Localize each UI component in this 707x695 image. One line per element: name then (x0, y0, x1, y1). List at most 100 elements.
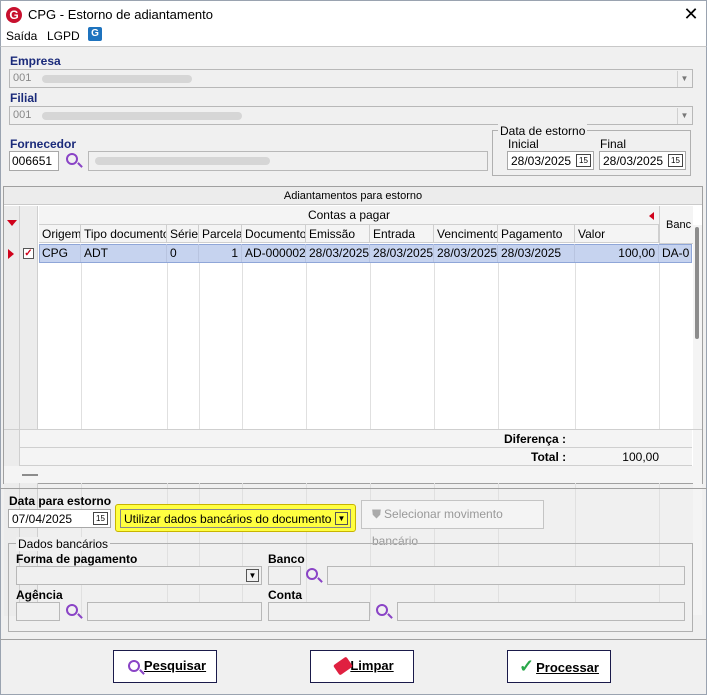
cell-valor: 100,00 (575, 244, 659, 262)
search-icon[interactable] (306, 568, 318, 580)
calendar-icon[interactable]: 15 (668, 154, 683, 167)
menu-item-lgpd[interactable]: LGPD (47, 29, 80, 43)
close-icon[interactable]: ✕ (681, 4, 701, 24)
title-bar: G CPG - Estorno de adiantamento ✕ (0, 0, 707, 28)
cell-banco: DA-0 (662, 246, 690, 260)
col-emissao[interactable]: Emissão (306, 225, 370, 243)
col-vencimento[interactable]: Vencimento (434, 225, 498, 243)
agencia-label: Agência (16, 588, 63, 602)
final-date-input[interactable]: 28/03/2025 15 (599, 151, 686, 170)
scrollbar-thumb[interactable] (695, 227, 699, 339)
final-date-value: 28/03/2025 (603, 154, 664, 168)
row-checkbox[interactable]: ✓ (23, 248, 34, 259)
col-parcela[interactable]: Parcela (199, 225, 242, 243)
inicial-label: Inicial (508, 137, 539, 151)
forma-pagamento-select[interactable]: ▼ (16, 566, 262, 585)
data-para-estorno-label: Data para estorno (9, 494, 112, 508)
limpar-button[interactable]: Limpar (310, 650, 414, 683)
horizontal-scrollbar[interactable] (4, 466, 702, 483)
limpar-label: Limpar (350, 658, 394, 673)
col-tipo-documento[interactable]: Tipo documento (81, 225, 167, 243)
binoculars-icon: ⛊ (372, 507, 382, 521)
fornecedor-code-input[interactable]: 006651 (9, 151, 59, 171)
col-documento[interactable]: Documento (242, 225, 306, 243)
diferenca-label: Diferença : (504, 432, 567, 446)
col-serie[interactable]: Série (167, 225, 199, 243)
banco-name-field (327, 566, 685, 585)
cell-emissao: 28/03/2025 (306, 244, 370, 262)
menu-bar: Saída LGPD (0, 28, 707, 46)
col-valor[interactable]: Valor (575, 225, 659, 243)
inicial-date-value: 28/03/2025 (511, 154, 572, 168)
help-logo-icon[interactable]: G (88, 27, 102, 41)
col-banco[interactable]: Banc (659, 206, 693, 244)
agencia-code-field (16, 602, 60, 621)
total-value: 100,00 (622, 450, 659, 464)
chevron-down-icon[interactable]: ▼ (677, 71, 691, 87)
cell-tipo: ADT (81, 244, 167, 262)
fornecedor-name-redacted (95, 157, 270, 165)
cell-documento: AD-0000020 (242, 244, 306, 262)
grid-footer-divider (20, 447, 692, 448)
sort-arrow-down-icon[interactable] (7, 220, 17, 226)
pesquisar-button[interactable]: Pesquisar (113, 650, 217, 683)
filial-label: Filial (10, 91, 38, 105)
chevron-down-icon[interactable]: ▼ (677, 108, 691, 124)
fornecedor-label: Fornecedor (10, 137, 77, 151)
inicial-date-input[interactable]: 28/03/2025 15 (507, 151, 594, 170)
menu-item-saida[interactable]: Saída (6, 29, 37, 43)
data-para-estorno-value: 07/04/2025 (12, 512, 73, 526)
scrollbar-thumb[interactable] (22, 474, 38, 476)
filial-name-redacted (42, 112, 242, 120)
search-icon (128, 660, 140, 672)
conta-code-field (268, 602, 370, 621)
calendar-icon[interactable]: 15 (93, 512, 108, 525)
window-title: CPG - Estorno de adiantamento (28, 7, 213, 22)
selecionar-movimento-button[interactable]: ⛊ Selecionar movimento bancário (361, 500, 544, 548)
section-divider (0, 488, 707, 489)
filial-select[interactable]: 001 ▼ (9, 106, 693, 125)
conta-name-field (397, 602, 685, 621)
col-entrada[interactable]: Entrada (370, 225, 434, 243)
data-para-estorno-input[interactable]: 07/04/2025 15 (8, 509, 111, 528)
empresa-code: 001 (13, 72, 32, 84)
contas-a-pagar-label: Contas a pagar (307, 208, 391, 222)
grid-title: Adiantamentos para estorno (4, 187, 702, 205)
adiantamentos-grid: Adiantamentos para estorno Contas a paga… (3, 186, 703, 616)
current-row-arrow-icon (8, 249, 14, 259)
processar-button[interactable]: ✓ Processar (507, 650, 611, 683)
final-label: Final (600, 137, 627, 151)
cell-pagamento: 28/03/2025 (498, 244, 575, 262)
contas-a-pagar-header: Contas a pagar (39, 206, 659, 225)
calendar-icon[interactable]: 15 (576, 154, 591, 167)
fornecedor-name-field (88, 151, 488, 171)
cell-vencimento: 28/03/2025 (434, 244, 498, 262)
vertical-scrollbar[interactable] (693, 225, 702, 615)
cell-serie: 0 (167, 244, 199, 262)
chevron-down-icon[interactable]: ▼ (246, 569, 259, 582)
pesquisar-label: Pesquisar (143, 658, 207, 673)
col-pagamento[interactable]: Pagamento (498, 225, 575, 243)
empresa-label: Empresa (10, 54, 61, 68)
chevron-down-icon[interactable]: ▼ (335, 512, 348, 525)
search-icon[interactable] (66, 604, 78, 616)
cell-parcela: 1 (199, 244, 242, 262)
banco-label: Banco (268, 552, 305, 566)
forma-pagamento-label: Forma de pagamento (16, 552, 138, 566)
bank-option-select[interactable]: Utilizar dados bancários do documento ▼ (120, 509, 351, 528)
checkmark-icon: ✓ (519, 656, 535, 676)
col-origem[interactable]: Origem (39, 225, 81, 243)
empresa-select[interactable]: 001 ▼ (9, 69, 693, 88)
empresa-name-redacted (42, 75, 192, 83)
filial-code: 001 (13, 109, 32, 121)
cell-origem: CPG (39, 244, 81, 262)
collapse-arrow-icon[interactable] (649, 212, 654, 220)
bank-option-value: Utilizar dados bancários do documento (124, 512, 332, 526)
search-icon[interactable] (376, 604, 388, 616)
total-label: Total : (531, 450, 567, 464)
banco-code-field (268, 566, 301, 585)
agencia-name-field (87, 602, 262, 621)
app-logo-icon: G (6, 7, 22, 23)
search-icon[interactable] (66, 153, 78, 165)
data-estorno-title: Data de estorno (498, 124, 588, 138)
